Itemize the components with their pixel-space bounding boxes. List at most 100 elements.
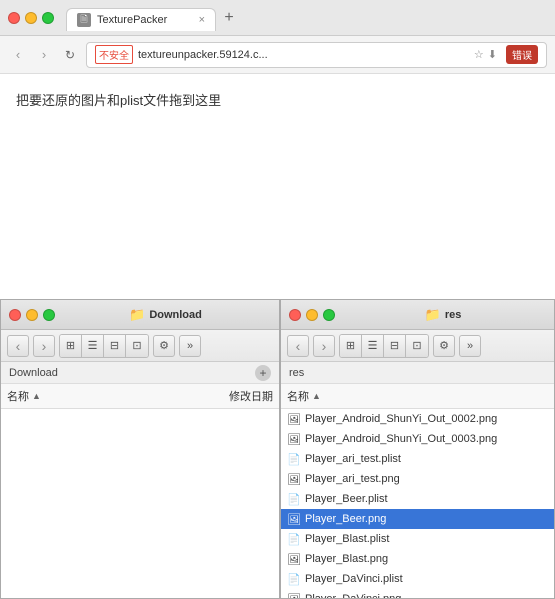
- file-name: Player_DaVinci.png: [305, 593, 401, 598]
- finder-right-titlebar: 📁 res: [281, 300, 554, 330]
- png-file-icon: 🖼: [287, 432, 301, 446]
- file-name: Player_ari_test.plist: [305, 453, 401, 465]
- finder-right-view-group: ⊞ ☰ ⊟ ⊡: [339, 334, 429, 358]
- plist-file-icon: 📄: [287, 452, 301, 466]
- address-text: textureunpacker.59124.c...: [138, 49, 469, 61]
- active-tab[interactable]: 🗎 TexturePacker ×: [66, 8, 216, 31]
- view-icon-btn[interactable]: ⊞: [60, 335, 82, 357]
- back-button[interactable]: ‹: [8, 45, 28, 65]
- file-name: Player_ari_test.png: [305, 473, 400, 485]
- finder-window-download: 📁 Download ‹ › ⊞ ☰ ⊟ ⊡ ⚙ » Download + 名: [0, 299, 280, 599]
- finder-window-res: 📁 res ‹ › ⊞ ☰ ⊟ ⊡ ⚙ » res 名称 ▲: [280, 299, 555, 599]
- png-file-icon: 🖼: [287, 592, 301, 598]
- finder-left-close[interactable]: [9, 309, 21, 321]
- finder-left-back[interactable]: ‹: [7, 335, 29, 357]
- finder-right-controls: [289, 309, 335, 321]
- view-column-btn[interactable]: ⊟: [104, 335, 126, 357]
- file-name: Player_Android_ShunYi_Out_0002.png: [305, 413, 497, 425]
- right-sort-arrow-icon: ▲: [312, 391, 321, 401]
- finder-right-minimize[interactable]: [306, 309, 318, 321]
- finder-left-titlebar: 📁 Download: [1, 300, 279, 330]
- browser-content: 把要还原的图片和plist文件拖到这里: [0, 74, 555, 299]
- view-list-btn[interactable]: ☰: [82, 335, 104, 357]
- list-item[interactable]: 🖼Player_Beer.png: [281, 509, 554, 529]
- finder-left-maximize[interactable]: [43, 309, 55, 321]
- finder-left-minimize[interactable]: [26, 309, 38, 321]
- png-file-icon: 🖼: [287, 552, 301, 566]
- finder-right-forward[interactable]: ›: [313, 335, 335, 357]
- browser-window-controls: [8, 12, 54, 24]
- finder-windows: 📁 Download ‹ › ⊞ ☰ ⊟ ⊡ ⚙ » Download + 名: [0, 299, 555, 599]
- finder-right-columns: 名称 ▲: [281, 384, 554, 409]
- finder-right-close[interactable]: [289, 309, 301, 321]
- view-gallery-btn[interactable]: ⊡: [126, 335, 148, 357]
- list-item[interactable]: 🖼Player_Blast.png: [281, 549, 554, 569]
- list-item[interactable]: 📄Player_DaVinci.plist: [281, 569, 554, 589]
- address-icons: ☆ ⬇: [474, 48, 497, 61]
- plist-file-icon: 📄: [287, 492, 301, 506]
- res-folder-icon: 📁: [425, 307, 441, 323]
- download-icon[interactable]: ⬇: [488, 48, 497, 61]
- tab-label: TexturePacker: [97, 14, 167, 26]
- folder-icon: 📁: [129, 307, 145, 323]
- browser-navbar: ‹ › ↻ 不安全 textureunpacker.59124.c... ☆ ⬇…: [0, 36, 555, 74]
- finder-right-back[interactable]: ‹: [287, 335, 309, 357]
- bookmark-icon[interactable]: ☆: [474, 48, 484, 61]
- maximize-button[interactable]: [42, 12, 54, 24]
- list-item[interactable]: 📄 Player_ari_test.plist: [281, 449, 554, 469]
- close-button[interactable]: [8, 12, 20, 24]
- plist-file-icon: 📄: [287, 572, 301, 586]
- sort-arrow-icon: ▲: [32, 391, 41, 401]
- file-name: Player_Beer.plist: [305, 493, 388, 505]
- right-view-icon-btn[interactable]: ⊞: [340, 335, 362, 357]
- right-view-list-btn[interactable]: ☰: [362, 335, 384, 357]
- right-view-column-btn[interactable]: ⊟: [384, 335, 406, 357]
- finder-right-list: 🖼Player_Android_ShunYi_Out_0002.png🖼Play…: [281, 409, 554, 598]
- finder-left-controls: [9, 309, 55, 321]
- finder-left-title: 📁 Download: [60, 307, 271, 323]
- png-file-icon: 🖼: [287, 412, 301, 426]
- tab-bar: 🗎 TexturePacker × +: [66, 5, 547, 31]
- finder-right-title-label: res: [445, 309, 462, 321]
- minimize-button[interactable]: [25, 12, 37, 24]
- file-name: Player_Blast.plist: [305, 533, 389, 545]
- finder-right-maximize[interactable]: [323, 309, 335, 321]
- col-date-header[interactable]: 修改日期: [229, 388, 273, 404]
- finder-right-settings[interactable]: ⚙: [433, 335, 455, 357]
- finder-right-title: 📁 res: [340, 307, 546, 323]
- file-name: Player_Beer.png: [305, 513, 386, 525]
- finder-right-toolbar: ‹ › ⊞ ☰ ⊟ ⊡ ⚙ »: [281, 330, 554, 362]
- finder-left-list: [1, 409, 279, 598]
- finder-left-view-group: ⊞ ☰ ⊟ ⊡: [59, 334, 149, 358]
- browser-titlebar: 🗎 TexturePacker × +: [0, 0, 555, 36]
- forward-button[interactable]: ›: [34, 45, 54, 65]
- add-folder-button[interactable]: +: [255, 365, 271, 381]
- list-item[interactable]: 📄 Player_Beer.plist: [281, 489, 554, 509]
- refresh-button[interactable]: ↻: [60, 45, 80, 65]
- list-item[interactable]: 🖼 Player_DaVinci.png: [281, 589, 554, 598]
- finder-left-forward[interactable]: ›: [33, 335, 55, 357]
- list-item[interactable]: 🖼 Player_ari_test.png: [281, 469, 554, 489]
- finder-right-more[interactable]: »: [459, 335, 481, 357]
- finder-left-title-label: Download: [149, 309, 202, 321]
- list-item[interactable]: 📄Player_Blast.plist: [281, 529, 554, 549]
- finder-right-path: res: [281, 362, 554, 384]
- right-col-name-header[interactable]: 名称 ▲: [287, 388, 548, 404]
- right-view-gallery-btn[interactable]: ⊡: [406, 335, 428, 357]
- tab-favicon: 🗎: [77, 13, 91, 27]
- col-name-header[interactable]: 名称 ▲: [7, 388, 229, 404]
- finder-left-toolbar: ‹ › ⊞ ☰ ⊟ ⊡ ⚙ »: [1, 330, 279, 362]
- new-tab-button[interactable]: +: [216, 5, 242, 31]
- tab-close-button[interactable]: ×: [199, 14, 205, 26]
- security-indicator: 不安全: [95, 45, 133, 64]
- png-file-icon: 🖼: [287, 472, 301, 486]
- list-item[interactable]: 🖼 Player_Android_ShunYi_Out_0002.png: [281, 409, 554, 429]
- list-item[interactable]: 🖼Player_Android_ShunYi_Out_0003.png: [281, 429, 554, 449]
- finder-left-settings[interactable]: ⚙: [153, 335, 175, 357]
- error-badge: 错误: [506, 45, 538, 64]
- address-bar[interactable]: 不安全 textureunpacker.59124.c... ☆ ⬇ 错误: [86, 42, 547, 68]
- finder-left-path-label: Download: [9, 367, 58, 379]
- finder-left-more[interactable]: »: [179, 335, 201, 357]
- drop-instruction: 把要还原的图片和plist文件拖到这里: [16, 93, 221, 108]
- finder-left-columns: 名称 ▲ 修改日期: [1, 384, 279, 409]
